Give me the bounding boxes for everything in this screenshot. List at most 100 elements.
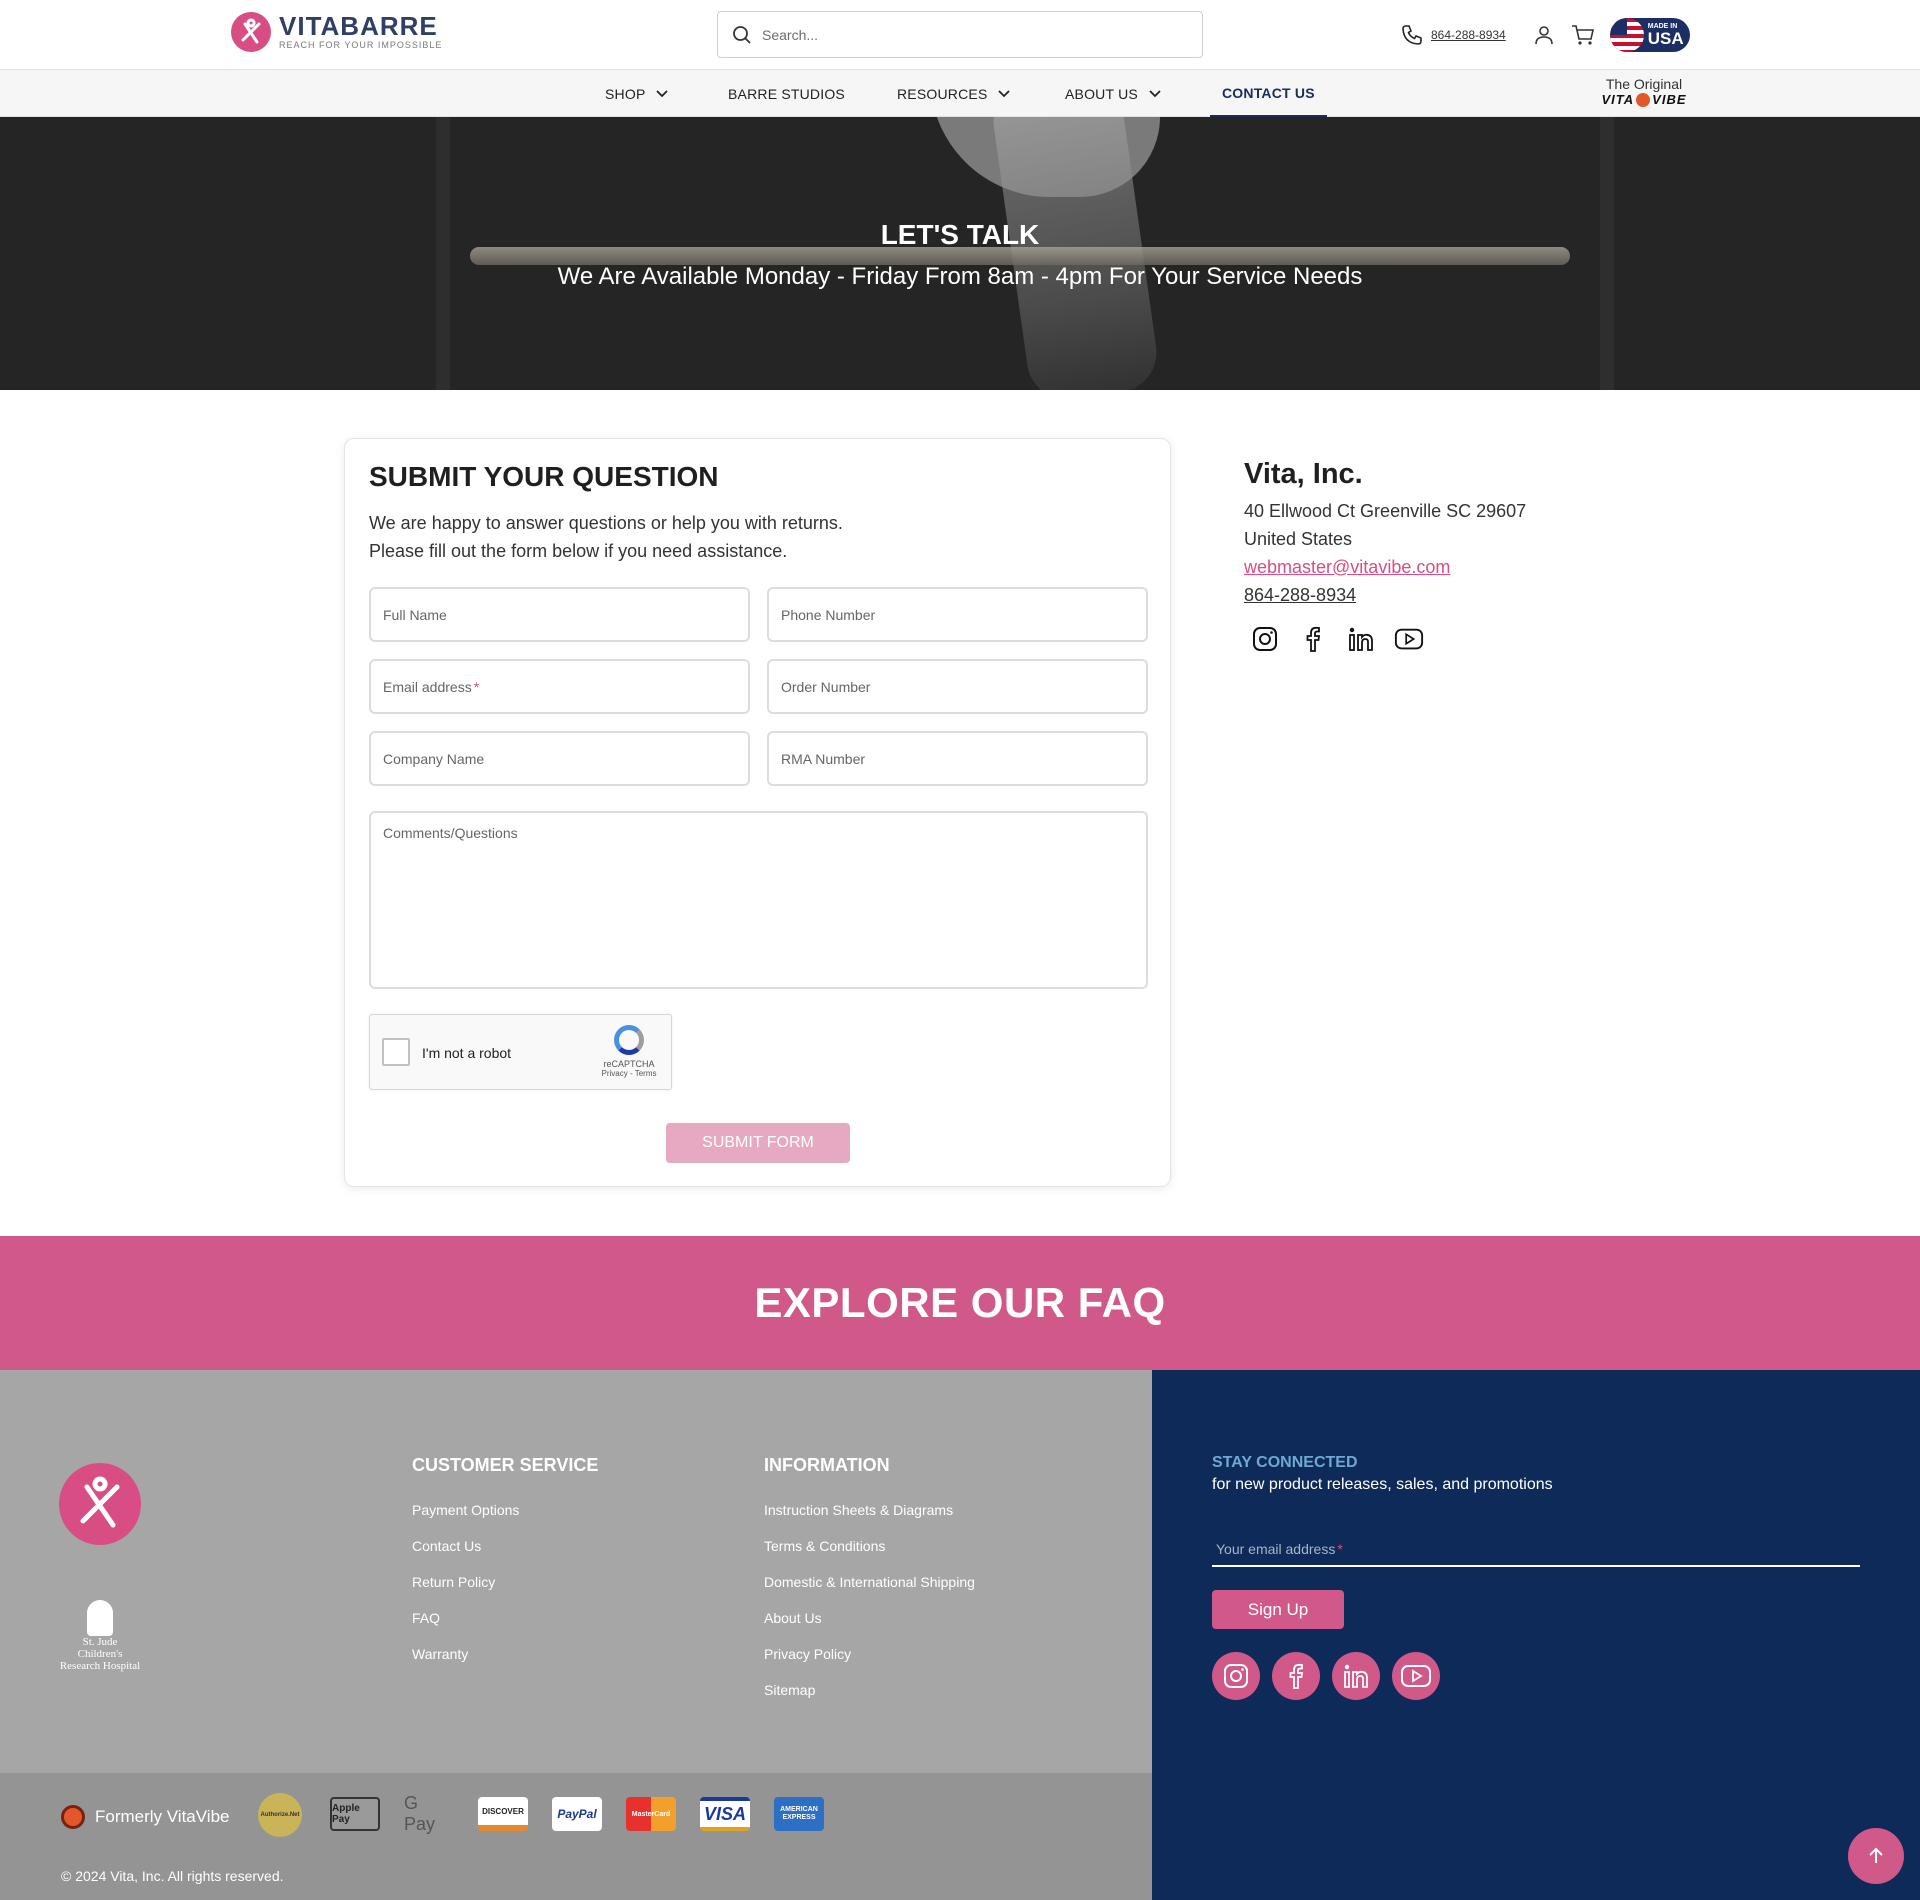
nav-resources[interactable]: RESOURCES [897,70,1011,117]
nav-about-us-label: ABOUT US [1065,85,1138,102]
email-field[interactable]: Email address * [369,659,750,714]
amex-icon: AMERICAN EXPRESS [774,1797,824,1831]
facebook-icon[interactable] [1272,1652,1320,1700]
nav-barre-studios-label: BARRE STUDIOS [728,85,845,102]
nav-barre-studios[interactable]: BARRE STUDIOS [728,70,845,117]
comments-textarea[interactable]: Comments/Questions [369,811,1148,989]
linkedin-icon[interactable] [1332,1652,1380,1700]
rma-number-field[interactable]: RMA Number [767,731,1148,786]
barre-post-right [1600,117,1614,390]
order-number-field[interactable]: Order Number [767,659,1148,714]
nav-shop[interactable]: SHOP [605,70,669,117]
footer-link-privacy[interactable]: Privacy Policy [764,1636,975,1672]
company-social-links [1250,624,1424,654]
brand-logo[interactable]: VITABARRE REACH FOR YOUR IMPOSSIBLE [231,12,442,52]
badge-big-text: USA [1647,29,1684,48]
nav-resources-label: RESOURCES [897,85,988,102]
footer-main: St. Jude Children's Research Hospital CU… [0,1370,1152,1773]
account-icon[interactable] [1532,23,1556,47]
nav-shop-label: SHOP [605,85,646,102]
hero-title: LET'S TALK [880,219,1040,250]
recaptcha-links[interactable]: Privacy - Terms [599,1069,659,1078]
original-vibe-text: VIBE [1652,92,1687,107]
sign-up-button[interactable]: Sign Up [1212,1590,1344,1629]
nav-about-us[interactable]: ABOUT US [1065,70,1162,117]
footer-link-payment-options[interactable]: Payment Options [412,1492,598,1528]
arrow-up-icon [1869,1847,1883,1863]
us-flag-icon [1609,18,1644,52]
st-jude-line-2: Research Hospital [59,1660,141,1672]
search-placeholder: Search... [762,26,819,43]
footer-link-about-us[interactable]: About Us [764,1600,975,1636]
vitavibe-dot-icon [1636,92,1651,107]
newsletter-email-input[interactable]: Your email address * [1212,1533,1860,1567]
form-intro-line-1: We are happy to answer questions or help… [369,513,843,533]
back-to-top-button[interactable] [1848,1828,1904,1884]
formerly-text: Formerly VitaVibe [95,1807,230,1826]
search-input[interactable]: Search... [717,11,1203,58]
newsletter-subheading: for new product releases, sales, and pro… [1212,1476,1553,1493]
company-phone-link[interactable]: 864-288-8934 [1244,585,1356,605]
formerly-vitavibe: Formerly VitaVibe [61,1805,229,1829]
required-mark: * [473,678,480,695]
st-jude-logo[interactable]: St. Jude Children's Research Hospital [59,1600,141,1672]
company-info: Vita, Inc. 40 Ellwood Ct Greenville SC 2… [1244,458,1526,609]
company-email-link[interactable]: webmaster@vitavibe.com [1244,557,1450,577]
recaptcha-checkbox[interactable] [382,1038,410,1066]
paypal-icon: PayPal [552,1797,602,1831]
company-name-field[interactable]: Company Name [369,731,750,786]
st-jude-figure-icon [87,1600,113,1636]
footer-customer-service: CUSTOMER SERVICE Payment Options Contact… [412,1455,598,1672]
vitavibe-logo-icon [61,1805,85,1829]
barre-post-left [436,117,450,390]
footer-link-warranty[interactable]: Warranty [412,1636,598,1672]
phone-number-field[interactable]: Phone Number [767,587,1148,642]
header-phone-link[interactable]: 864-288-8934 [1401,24,1506,46]
st-jude-line-1: St. Jude Children's [77,1636,123,1660]
footer-bottom: Formerly VitaVibe Authorize.Net Apple Pa… [0,1773,1152,1900]
email-placeholder: Email address [383,678,472,695]
footer-link-instruction-sheets[interactable]: Instruction Sheets & Diagrams [764,1492,975,1528]
full-name-placeholder: Full Name [383,606,447,623]
youtube-icon[interactable] [1392,1652,1440,1700]
submit-form-button[interactable]: SUBMIT FORM [666,1123,850,1163]
nav-contact-us-label: CONTACT US [1222,84,1315,101]
footer-social-links [1212,1652,1440,1700]
required-mark: * [1337,1541,1343,1557]
footer-link-terms[interactable]: Terms & Conditions [764,1528,975,1564]
footer-link-return-policy[interactable]: Return Policy [412,1564,598,1600]
footer-logo-icon[interactable] [59,1463,141,1545]
nav-contact-us[interactable]: CONTACT US [1210,70,1327,117]
recaptcha-icon [614,1025,644,1055]
contact-form-card: SUBMIT YOUR QUESTION We are happy to ans… [344,438,1171,1187]
google-pay-icon: G Pay [404,1793,436,1834]
instagram-icon[interactable] [1250,624,1280,654]
comments-placeholder: Comments/Questions [383,825,518,841]
facebook-icon[interactable] [1298,624,1328,654]
chevron-down-icon [656,89,669,97]
faq-banner[interactable]: EXPLORE OUR FAQ [0,1236,1920,1370]
linkedin-icon[interactable] [1346,624,1376,654]
apple-pay-icon: Apple Pay [330,1797,380,1831]
youtube-icon[interactable] [1394,624,1424,654]
full-name-field[interactable]: Full Name [369,587,750,642]
hero-banner: LET'S TALK We Are Available Monday - Fri… [0,117,1920,390]
footer-link-shipping[interactable]: Domestic & International Shipping [764,1564,975,1600]
original-vitavibe-logo[interactable]: The Original VITA VIBE [1584,76,1704,107]
footer-information: INFORMATION Instruction Sheets & Diagram… [764,1455,975,1708]
recaptcha-widget: I'm not a robot reCAPTCHA Privacy - Term… [369,1014,672,1090]
footer-link-contact-us[interactable]: Contact Us [412,1528,598,1564]
newsletter-heading: STAY CONNECTED [1212,1454,1358,1471]
recaptcha-label: I'm not a robot [422,1045,512,1061]
site-header: VITABARRE REACH FOR YOUR IMPOSSIBLE Sear… [0,0,1920,70]
phone-icon [1402,25,1422,45]
vitabarre-logo-icon [231,12,271,52]
original-vita-text: VITA [1601,92,1635,107]
cart-icon[interactable] [1570,22,1596,48]
newsletter-email-placeholder: Your email address [1216,1541,1336,1557]
visa-icon: VISA [700,1797,750,1831]
instagram-icon[interactable] [1212,1652,1260,1700]
rma-number-placeholder: RMA Number [781,750,866,767]
footer-link-faq[interactable]: FAQ [412,1600,598,1636]
footer-link-sitemap[interactable]: Sitemap [764,1672,975,1708]
